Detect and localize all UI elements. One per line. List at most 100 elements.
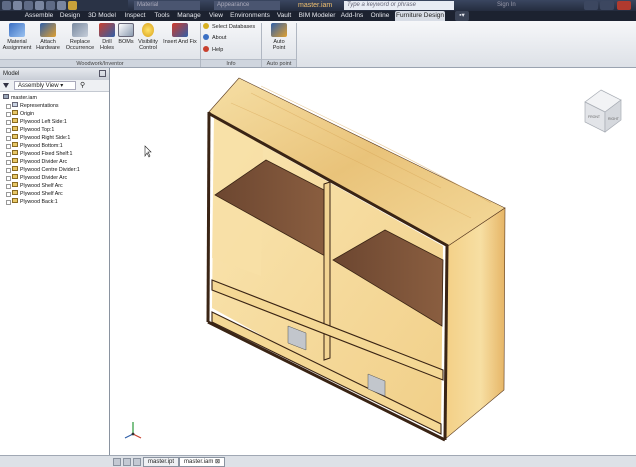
tree-node-label: Plywood Divider Arc	[20, 159, 68, 165]
visibility-control-button[interactable]: Visibility Control	[136, 23, 160, 51]
tab-furniture-design[interactable]: Furniture Design	[395, 11, 445, 21]
drill-holes-button[interactable]: Drill Holes	[97, 23, 117, 51]
boms-icon	[118, 23, 134, 37]
binoculars-icon[interactable]: ⚲	[80, 82, 85, 90]
attach-hardware-button[interactable]: Attach Hardware	[33, 23, 63, 51]
tree-node[interactable]: Plywood Right Side:1	[3, 134, 109, 142]
tree-node[interactable]: Plywood Top:1	[3, 126, 109, 134]
material-assignment-label: Material Assignment	[2, 39, 32, 51]
tab-online[interactable]: Online	[367, 11, 393, 21]
material-selector[interactable]: Material	[134, 1, 200, 10]
select-databases-label: Select Databases	[212, 24, 256, 30]
tab-design[interactable]: Design	[58, 11, 82, 21]
tree-node[interactable]: Plywood Divider Arc	[3, 158, 109, 166]
front-edge-right	[443, 245, 449, 441]
tree-root-label: master.iam	[11, 95, 37, 101]
tile-windows-icon[interactable]	[113, 458, 121, 466]
help-search-input[interactable]: Type a keyword or phrase	[344, 1, 454, 10]
tree-node[interactable]: Plywood Fixed Shelf:1	[3, 150, 109, 158]
viewcube-right-label: RIGHT	[608, 117, 620, 121]
document-tab-master-ipt[interactable]: master.ipt	[143, 457, 180, 467]
new-icon[interactable]	[2, 1, 11, 10]
insert-and-fix-label: Insert And Fix	[163, 39, 197, 45]
auto-point-label: Auto Point	[272, 39, 286, 51]
minimize-icon[interactable]	[584, 1, 598, 10]
select-databases-button[interactable]: Select Databases	[203, 23, 255, 31]
ribbon-options-icon[interactable]: ▪▾	[455, 11, 469, 21]
auto-point-button[interactable]: Auto Point	[266, 23, 292, 51]
home-icon[interactable]	[57, 1, 66, 10]
graphics-window[interactable]: FRONT RIGHT	[111, 68, 636, 455]
ribbon-tabs: Assemble Design 3D Model Inspect Tools M…	[0, 11, 636, 21]
close-tab-icon[interactable]: ⊠	[215, 459, 220, 465]
viewcube[interactable]: FRONT RIGHT	[584, 89, 622, 133]
tree-node-label: Plywood Divider Arc	[20, 175, 68, 181]
assembly-icon	[3, 94, 9, 99]
open-icon[interactable]	[13, 1, 22, 10]
tree-node-label: Plywood Back:1	[20, 199, 58, 205]
coordinate-triad-icon	[124, 422, 142, 439]
tab-inspect[interactable]: Inspect	[121, 11, 149, 21]
tree-node[interactable]: Origin	[3, 110, 109, 118]
undo-icon[interactable]	[35, 1, 44, 10]
cascade-windows-icon[interactable]	[123, 458, 131, 466]
replace-occurrence-label: Replace Occurrence	[65, 39, 95, 51]
tree-node-label: Plywood Centre Divider:1	[20, 167, 80, 173]
appearance-selector[interactable]: Appearance	[214, 1, 280, 10]
tree-node[interactable]: Representations	[3, 102, 109, 110]
sign-in-link[interactable]: Sign In	[497, 0, 516, 11]
tab-environments[interactable]: Environments	[229, 11, 271, 21]
cabinet-right-side[interactable]	[443, 207, 506, 441]
tree-node[interactable]: Plywood Bottom:1	[3, 142, 109, 150]
browser-footer	[0, 455, 111, 467]
tree-node[interactable]: Plywood Centre Divider:1	[3, 166, 109, 174]
tab-vault[interactable]: Vault	[273, 11, 295, 21]
part-icon	[12, 134, 18, 139]
tab-assemble[interactable]: Assemble	[22, 11, 56, 21]
tab-3d-model[interactable]: 3D Model	[85, 11, 119, 21]
maximize-icon[interactable]	[600, 1, 614, 10]
tree-node[interactable]: Plywood Shelf Arc	[3, 190, 109, 198]
pin-icon[interactable]	[99, 70, 106, 77]
tab-view[interactable]: View	[205, 11, 227, 21]
insert-and-fix-button[interactable]: Insert And Fix	[161, 23, 199, 45]
help-icon	[203, 46, 209, 52]
boms-label: BOMs	[118, 39, 134, 45]
save-icon[interactable]	[24, 1, 33, 10]
part-icon	[12, 174, 18, 179]
about-button[interactable]: About	[203, 34, 226, 42]
arrange-windows-icon[interactable]	[133, 458, 141, 466]
replace-occurrence-button[interactable]: Replace Occurrence	[64, 23, 96, 51]
browser-tree: master.iam Representations Origin Plywoo…	[0, 92, 109, 206]
attach-hardware-icon	[40, 23, 56, 37]
tree-node-label: Plywood Bottom:1	[20, 143, 63, 149]
tree-root[interactable]: master.iam	[3, 94, 109, 102]
boms-button[interactable]: BOMs	[117, 23, 135, 45]
tab-add-ins[interactable]: Add-Ins	[339, 11, 365, 21]
browser-title[interactable]: Model	[3, 71, 19, 77]
tab-manage[interactable]: Manage	[175, 11, 203, 21]
document-tab-label: master.iam	[184, 459, 214, 465]
tree-node[interactable]: Plywood Back:1	[3, 198, 109, 206]
redo-icon[interactable]	[46, 1, 55, 10]
tree-node[interactable]: Plywood Left Side:1	[3, 118, 109, 126]
model-canvas[interactable]: FRONT RIGHT	[111, 68, 636, 455]
folder-icon	[12, 110, 18, 115]
filter-icon[interactable]	[3, 83, 9, 88]
assembly-view-dropdown[interactable]: Assembly View ▾	[14, 81, 76, 90]
tree-node-label: Plywood Shelf Arc	[20, 183, 63, 189]
help-button[interactable]: Help	[203, 46, 223, 54]
about-label: About	[212, 35, 227, 41]
document-tab-master-iam[interactable]: master.iam ⊠	[179, 457, 226, 467]
material-assignment-button[interactable]: Material Assignment	[2, 23, 32, 51]
tree-node[interactable]: Plywood Shelf Arc	[3, 182, 109, 190]
document-title: master.iam	[298, 2, 333, 9]
tree-node[interactable]: Plywood Divider Arc	[3, 174, 109, 182]
tab-tools[interactable]: Tools	[151, 11, 173, 21]
update-icon[interactable]	[68, 1, 77, 10]
model-browser: Model Assembly View ▾ ⚲ master.iam Repre…	[0, 68, 110, 458]
part-icon	[12, 182, 18, 187]
close-icon[interactable]	[617, 1, 631, 10]
tree-node-label: Plywood Right Side:1	[20, 135, 71, 141]
tab-bim-modeler[interactable]: BIM Modeler	[297, 11, 337, 21]
